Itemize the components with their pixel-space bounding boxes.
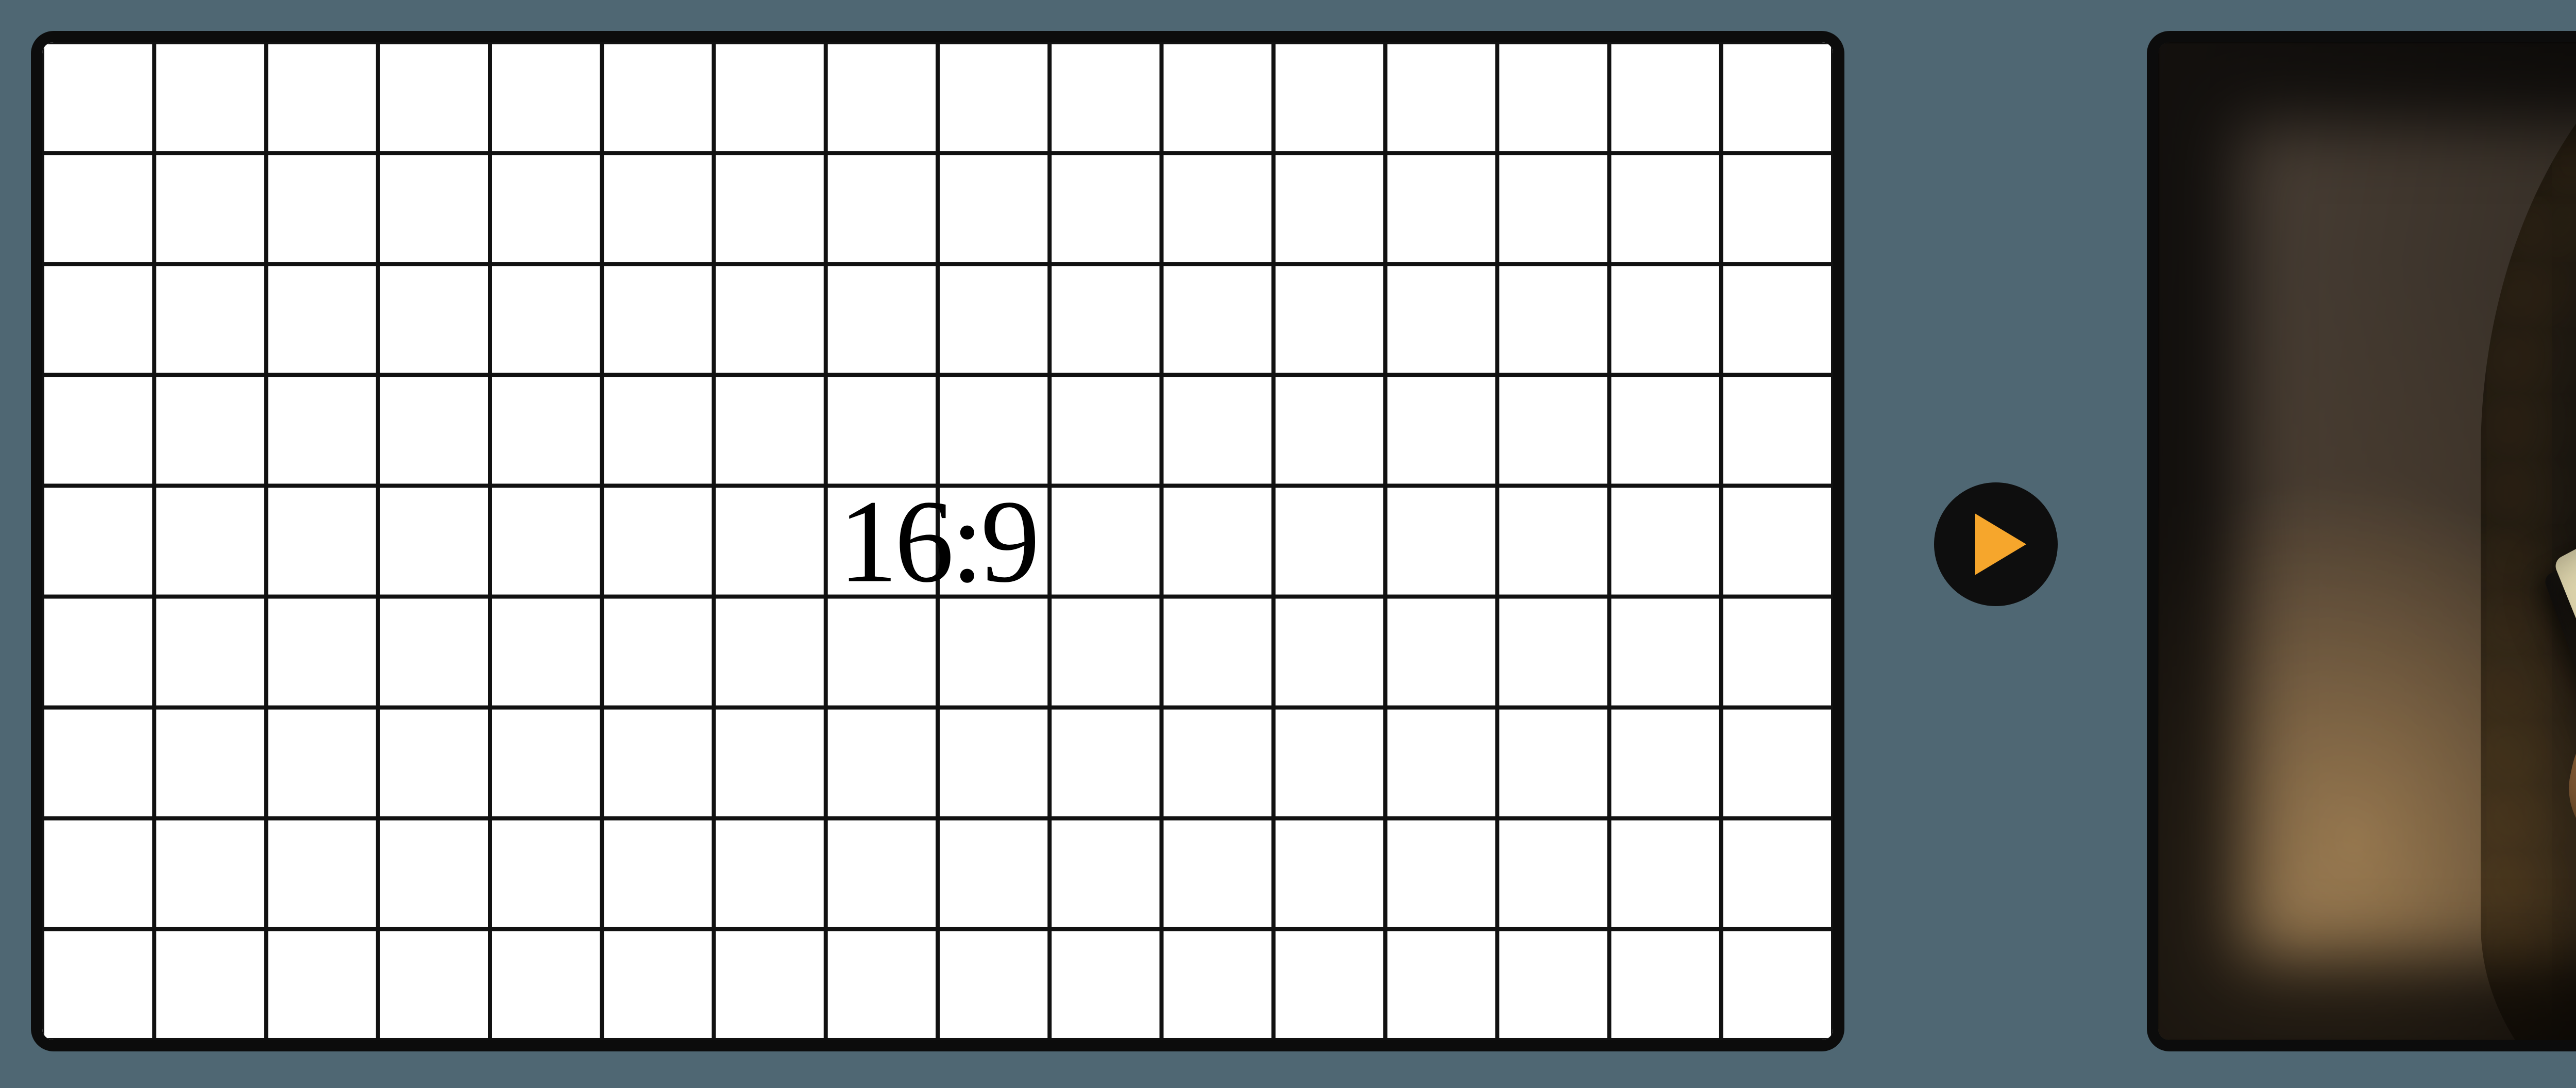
aspect-ratio-label: 16:9 bbox=[839, 473, 1037, 610]
aspect-ratio-panel: 16:9 bbox=[31, 31, 1844, 1051]
comparison-stage: 16:9 bbox=[0, 0, 2576, 1088]
example-photo-panel bbox=[2147, 31, 2576, 1051]
photo-scene bbox=[2158, 42, 2576, 1040]
play-icon bbox=[1975, 513, 2026, 575]
play-button[interactable] bbox=[1934, 482, 2058, 606]
